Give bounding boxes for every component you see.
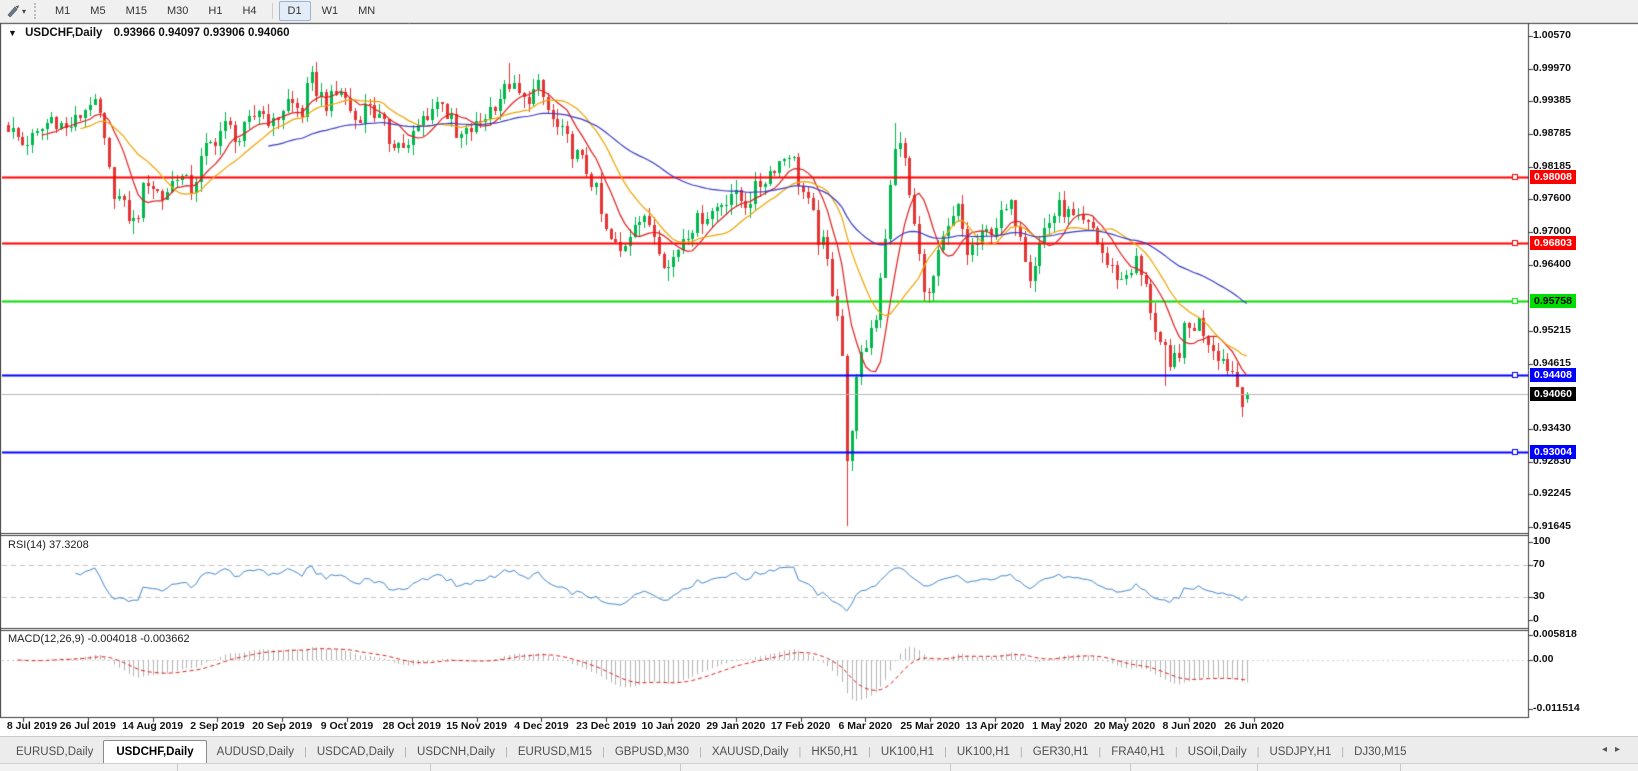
date-axis-label: 25 Mar 2020 (900, 720, 960, 732)
price-axis-tick: 0.93430 (1533, 421, 1571, 434)
tab-scroll-right-icon[interactable]: ▸ (1615, 744, 1628, 755)
timeframe-button-m15[interactable]: M15 (117, 1, 156, 21)
symbol-dropdown-icon[interactable]: ▼ (8, 28, 17, 38)
tab-scroll-left-icon[interactable]: ◂ (1602, 744, 1615, 755)
price-level-badge: 0.96803 (1530, 236, 1576, 251)
chart-tab-eurusd-m15[interactable]: EURUSD,M15 (508, 741, 602, 764)
timeframe-button-m30[interactable]: M30 (158, 1, 197, 21)
chart-canvas[interactable] (0, 0, 1638, 770)
rsi-axis-tick: 100 (1533, 535, 1551, 547)
date-axis-label: 6 Mar 2020 (838, 720, 893, 732)
chart-tab-usoil-daily[interactable]: USOil,Daily (1178, 741, 1257, 764)
date-axis-label: 17 Feb 2020 (770, 720, 831, 732)
price-axis-tick: 0.97600 (1533, 192, 1571, 205)
date-axis-label: 8 Jul 2019 (6, 720, 58, 732)
chart-tab-ger30-h1[interactable]: GER30,H1 (1023, 741, 1099, 764)
chevron-down-icon: ▾ (22, 6, 27, 16)
price-axis-tick: 0.99385 (1533, 94, 1571, 107)
tab-scroll-arrows: ◂▸ (1602, 744, 1628, 755)
date-axis-label: 29 Jan 2020 (706, 720, 766, 732)
price-axis-tick: 1.00570 (1533, 29, 1571, 41)
toolbar-grip[interactable] (34, 3, 39, 19)
price-axis-tick: 0.95215 (1533, 323, 1571, 336)
date-axis-label: 26 Jun 2020 (1224, 720, 1284, 732)
price-level-badge: 0.98008 (1530, 169, 1576, 184)
timeframe-buttons: M1 M5 M15 M30 H1 H4 D1 W1 MN (45, 1, 385, 21)
chart-tab-dj30-m15[interactable]: DJ30,M15 (1344, 741, 1416, 764)
chart-cursor-icon (7, 5, 19, 18)
chart-tab-uk100-h1[interactable]: UK100,H1 (947, 741, 1020, 764)
date-axis-label: 20 Sep 2019 (252, 720, 313, 732)
date-axis-label: 26 Jul 2019 (59, 720, 116, 732)
price-level-badge: 0.93004 (1530, 445, 1576, 460)
price-axis-tick: 0.96400 (1533, 258, 1571, 271)
chart-tab-usdcad-daily[interactable]: USDCAD,Daily (307, 741, 404, 764)
price-axis-tick: 0.99970 (1533, 62, 1571, 75)
price-level-badge: 0.94408 (1530, 368, 1576, 383)
timeframe-button-m5[interactable]: M5 (81, 1, 114, 21)
timeframe-button-d1[interactable]: D1 (278, 1, 311, 21)
date-axis-label: 28 Oct 2019 (382, 720, 441, 732)
date-axis-label: 15 Nov 2019 (446, 720, 507, 732)
price-axis-tick: 0.91645 (1533, 520, 1571, 533)
date-axis-label: 1 May 2020 (1032, 720, 1088, 732)
chart-tab-usdcnh-daily[interactable]: USDCNH,Daily (407, 741, 505, 764)
timeframe-button-h4[interactable]: H4 (233, 1, 265, 21)
chart-tab-gbpusd-m30[interactable]: GBPUSD,M30 (605, 741, 699, 764)
macd-indicator-label: MACD(12,26,9) -0.004018 -0.003662 (8, 633, 190, 645)
timeframe-button-h1[interactable]: H1 (199, 1, 231, 21)
rsi-axis-tick: 0 (1533, 613, 1539, 625)
timeframe-button-mn[interactable]: MN (349, 1, 384, 21)
date-axis-label: 10 Jan 2020 (641, 720, 701, 732)
price-level-badge: 0.95758 (1530, 293, 1576, 308)
date-axis-label: 20 May 2020 (1093, 720, 1156, 732)
chart-tab-fra40-h1[interactable]: FRA40,H1 (1101, 741, 1175, 764)
rsi-axis-tick: 30 (1533, 589, 1545, 602)
chart-tab-hk50-h1[interactable]: HK50,H1 (801, 741, 868, 764)
chart-tab-usdchf-daily[interactable]: USDCHF,Daily (103, 740, 207, 765)
date-axis-label: 4 Dec 2019 (514, 720, 569, 732)
chart-tab-uk100-h1[interactable]: UK100,H1 (871, 741, 944, 764)
current-price-badge: 0.94060 (1530, 387, 1576, 402)
date-axis-label: 8 Jun 2020 (1162, 720, 1217, 732)
timeframe-button-w1[interactable]: W1 (313, 1, 348, 21)
symbol-name: USDCHF,Daily (25, 27, 103, 39)
price-axis-tick: 0.98785 (1533, 127, 1571, 140)
timeframe-toolbar: ▾ M1 M5 M15 M30 H1 H4 D1 W1 MN (0, 0, 1638, 23)
mt4-window: { "toolbar": { "timeframes": ["M1","M5",… (0, 0, 1638, 771)
date-axis-label: 9 Oct 2019 (320, 720, 374, 732)
chart-tab-audusd-daily[interactable]: AUDUSD,Daily (207, 741, 304, 764)
chart-tab-usdjpy-h1[interactable]: USDJPY,H1 (1259, 741, 1341, 764)
ohlc-values: 0.93966 0.94097 0.93906 0.94060 (113, 27, 290, 39)
rsi-axis-tick: 70 (1533, 558, 1545, 571)
rsi-indicator-label: RSI(14) 37.3208 (8, 539, 89, 551)
chart-tab-xauusd-daily[interactable]: XAUUSD,Daily (702, 741, 799, 764)
timeframe-button-m1[interactable]: M1 (46, 1, 79, 21)
date-axis-label: 14 Aug 2019 (122, 720, 184, 732)
chart-tab-bar: EURUSD,Daily USDCHF,Daily AUDUSD,Daily | USD… (0, 736, 1638, 765)
chart-title: ▼ USDCHF,Daily 0.93966 0.94097 0.93906 0… (8, 27, 290, 39)
macd-axis-tick: -0.011514 (1533, 702, 1580, 715)
date-axis-label: 13 Apr 2020 (965, 720, 1025, 732)
date-axis-label: 23 Dec 2019 (576, 720, 637, 732)
macd-axis-tick: 0.005818 (1533, 628, 1577, 640)
chart-tab-eurusd-daily[interactable]: EURUSD,Daily (6, 741, 103, 764)
chart-tool-button[interactable]: ▾ (0, 0, 30, 22)
macd-axis-tick: 0.00 (1533, 653, 1554, 665)
date-axis-label: 2 Sep 2019 (190, 720, 245, 732)
chart-tabs: EURUSD,Daily USDCHF,Daily AUDUSD,Daily | USD… (6, 740, 1417, 765)
toolbar-separator (271, 3, 273, 19)
price-axis-tick: 0.92245 (1533, 487, 1571, 500)
